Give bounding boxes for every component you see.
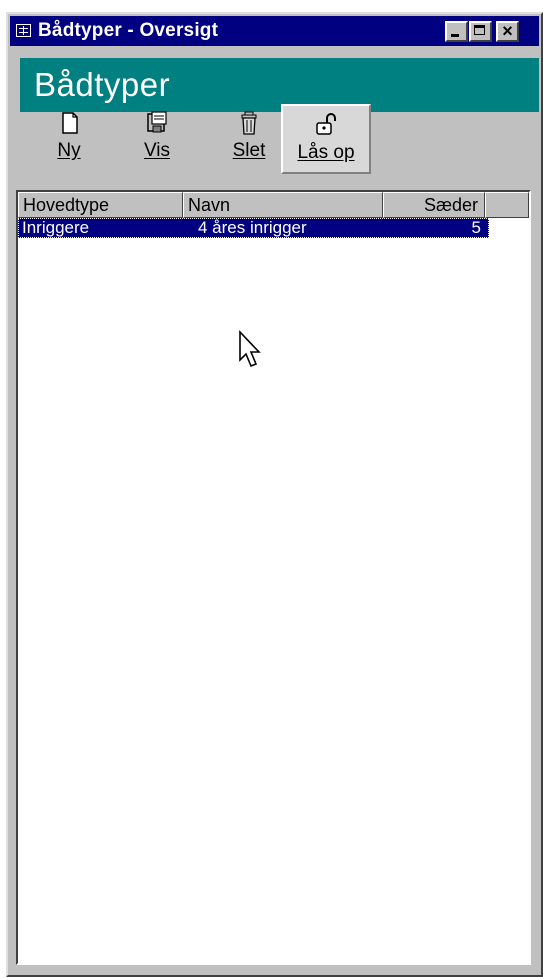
unlock-button-label: Lås op bbox=[297, 142, 355, 163]
delete-button[interactable]: Slet bbox=[212, 104, 286, 174]
new-button-label: Ny bbox=[57, 140, 81, 161]
list-header: Hovedtype Navn Sæder bbox=[18, 192, 529, 218]
column-header-navn[interactable]: Navn bbox=[183, 192, 383, 218]
close-icon: × bbox=[502, 21, 513, 41]
minimize-button[interactable] bbox=[445, 21, 468, 42]
cell-saeder: 5 bbox=[471, 218, 481, 237]
table-row[interactable]: Inriggere 4 åres inrigger 5 bbox=[18, 218, 489, 238]
maximize-button[interactable] bbox=[469, 21, 492, 42]
form-icon[interactable] bbox=[16, 24, 31, 37]
boat-types-list[interactable]: Hovedtype Navn Sæder Inriggere 4 åres in… bbox=[16, 190, 531, 965]
view-icon bbox=[147, 111, 167, 133]
mouse-pointer-icon bbox=[239, 330, 261, 368]
delete-button-label: Slet bbox=[232, 140, 266, 161]
new-button[interactable]: Ny bbox=[32, 104, 106, 174]
window-title: Bådtyper - Oversigt bbox=[38, 20, 219, 41]
unlock-button[interactable]: Lås op bbox=[281, 104, 371, 174]
column-header-hovedtype[interactable]: Hovedtype bbox=[18, 192, 183, 218]
column-header-filler bbox=[485, 192, 529, 218]
close-button[interactable]: × bbox=[496, 21, 519, 42]
column-header-saeder[interactable]: Sæder bbox=[383, 192, 485, 218]
title-bar[interactable]: Bådtyper - Oversigt × bbox=[10, 16, 539, 46]
cell-hovedtype: Inriggere bbox=[22, 218, 90, 237]
cell-navn: 4 åres inrigger bbox=[198, 218, 307, 237]
unlock-padlock-icon bbox=[316, 113, 336, 135]
form-heading: Bådtyper bbox=[34, 66, 171, 103]
new-document-icon bbox=[62, 112, 78, 134]
trash-can-icon bbox=[241, 111, 257, 135]
view-button-label: Vis bbox=[143, 140, 171, 161]
view-button[interactable]: Vis bbox=[120, 104, 194, 174]
